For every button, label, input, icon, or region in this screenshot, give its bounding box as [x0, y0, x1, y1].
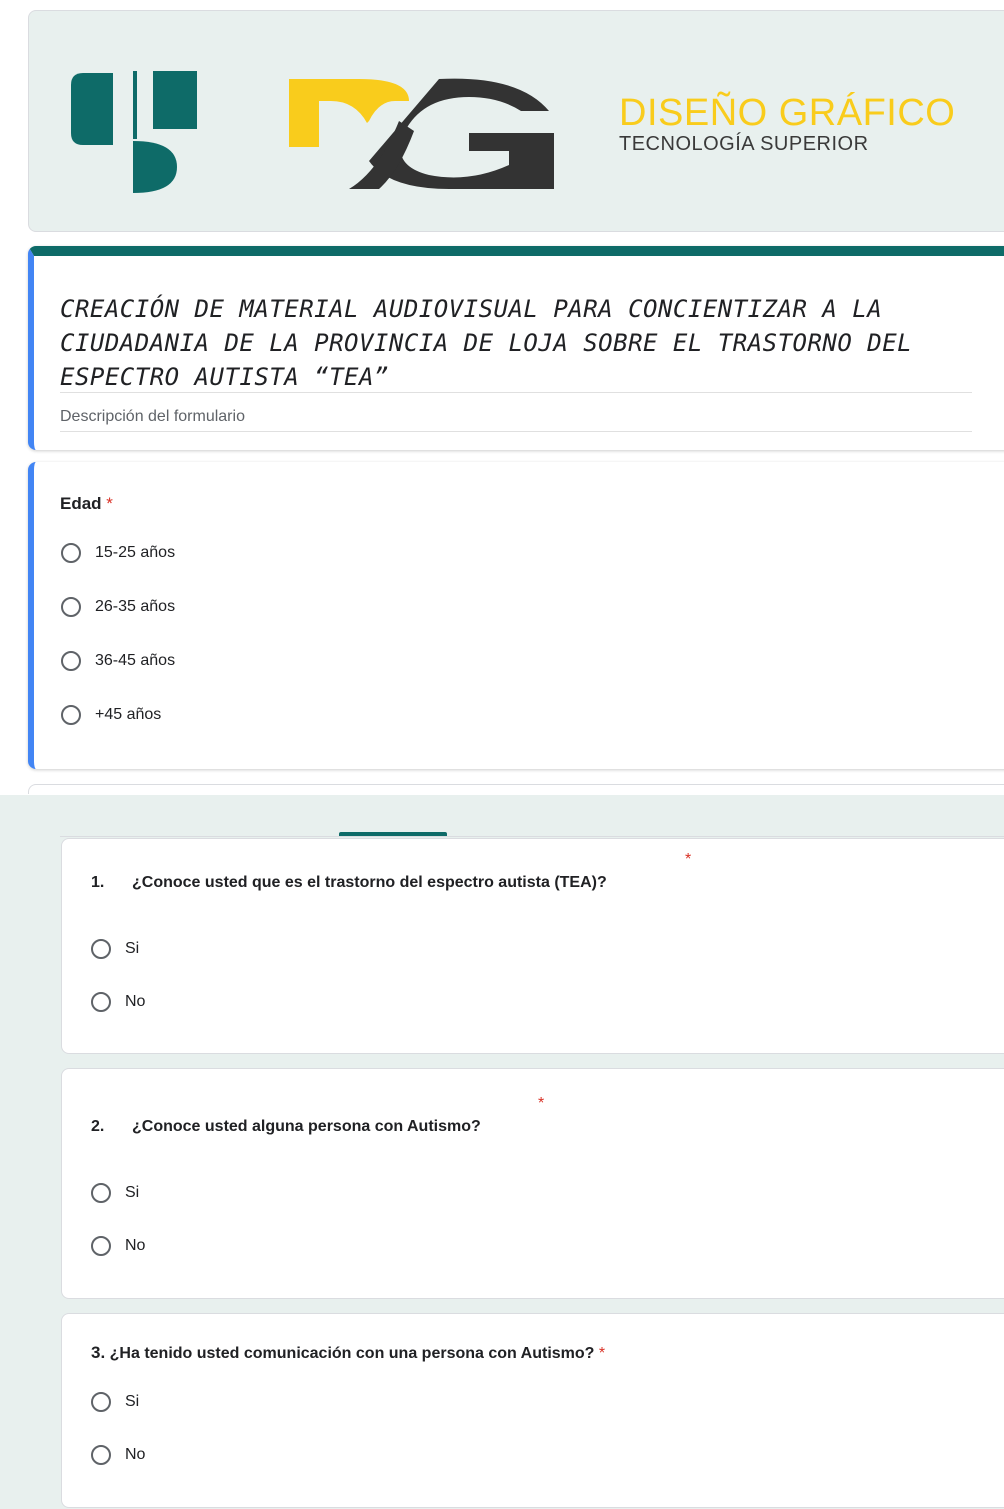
title-divider	[60, 392, 972, 393]
option-label: Si	[125, 1393, 140, 1410]
question-card-2: * 2. ¿Conoce usted alguna persona con Au…	[61, 1068, 1004, 1299]
required-asterisk: *	[106, 494, 113, 513]
question-card-edad: Edad * 15-25 años 26-35 años 36-45 años …	[28, 462, 1004, 769]
question-card-1: * 1. ¿Conoce usted que es el trastorno d…	[61, 838, 1004, 1054]
brand-title: DISEÑO GRÁFICO	[619, 92, 956, 134]
radio-button[interactable]	[61, 651, 81, 671]
option-label: 36-45 años	[95, 652, 176, 669]
option-label: No	[125, 993, 146, 1010]
next-card-edge	[28, 784, 1004, 794]
radio-option[interactable]: Si	[91, 1392, 139, 1412]
question-text: ¿Ha tenido usted comunicación con una pe…	[109, 1345, 595, 1362]
logo-teal-left-icon	[71, 73, 113, 145]
radio-option[interactable]: +45 años	[61, 705, 161, 725]
radio-button[interactable]	[91, 1183, 111, 1203]
option-label: Si	[125, 1184, 140, 1201]
logo-teal-half-circle-icon	[133, 141, 177, 193]
required-asterisk: *	[538, 1095, 545, 1112]
radio-button[interactable]	[61, 597, 81, 617]
option-label: 15-25 años	[95, 544, 176, 561]
question-card-3: 3. ¿Ha tenido usted comunicación con una…	[61, 1313, 1004, 1508]
dg-logo	[71, 71, 554, 193]
tab-divider	[60, 836, 1004, 837]
radio-option[interactable]: No	[91, 1445, 145, 1465]
form-title: CREACIÓN DE MATERIAL AUDIOVISUAL PARA CO…	[60, 295, 913, 391]
question-title: 3. ¿Ha tenido usted comunicación con una…	[91, 1343, 605, 1363]
question-number: 2.	[91, 1118, 105, 1135]
question-text: ¿Conoce usted alguna persona con Autismo…	[132, 1118, 481, 1135]
option-label: Si	[125, 940, 140, 957]
radio-option[interactable]: Si	[91, 1183, 139, 1203]
question-label: Edad	[60, 494, 102, 513]
radio-option[interactable]: No	[91, 1236, 145, 1256]
option-label: No	[125, 1237, 146, 1254]
logo-teal-square-icon	[153, 71, 197, 129]
form-description[interactable]: Descripción del formulario	[60, 408, 245, 426]
description-divider	[60, 431, 972, 432]
radio-button[interactable]	[61, 543, 81, 563]
question-text: 3.	[91, 1343, 106, 1362]
required-asterisk: *	[598, 1345, 606, 1362]
required-asterisk: *	[685, 851, 692, 868]
logo-teal-bar-icon	[133, 71, 137, 139]
option-label: 26-35 años	[95, 598, 176, 615]
option-label: No	[125, 1446, 146, 1463]
radio-option[interactable]: No	[91, 992, 145, 1012]
question-number: 1.	[91, 874, 105, 891]
radio-button[interactable]	[91, 939, 111, 959]
radio-button[interactable]	[91, 1236, 111, 1256]
radio-button[interactable]	[61, 705, 81, 725]
radio-option[interactable]: Si	[91, 939, 139, 959]
question-text: ¿Conoce usted que es el trastorno del es…	[132, 874, 607, 891]
radio-option[interactable]: 36-45 años	[61, 651, 175, 671]
radio-button[interactable]	[91, 1445, 111, 1465]
form-title-card: CREACIÓN DE MATERIAL AUDIOVISUAL PARA CO…	[28, 246, 1004, 450]
radio-button[interactable]	[91, 992, 111, 1012]
radio-button[interactable]	[91, 1392, 111, 1412]
brand-subtitle: TECNOLOGÍA SUPERIOR	[619, 133, 869, 155]
radio-option[interactable]: 15-25 años	[61, 543, 175, 563]
question-title: Edad *	[60, 494, 113, 514]
header-banner: DISEÑO GRÁFICO TECNOLOGÍA SUPERIOR	[28, 10, 1004, 232]
radio-option[interactable]: 26-35 años	[61, 597, 175, 617]
option-label: +45 años	[95, 706, 162, 723]
